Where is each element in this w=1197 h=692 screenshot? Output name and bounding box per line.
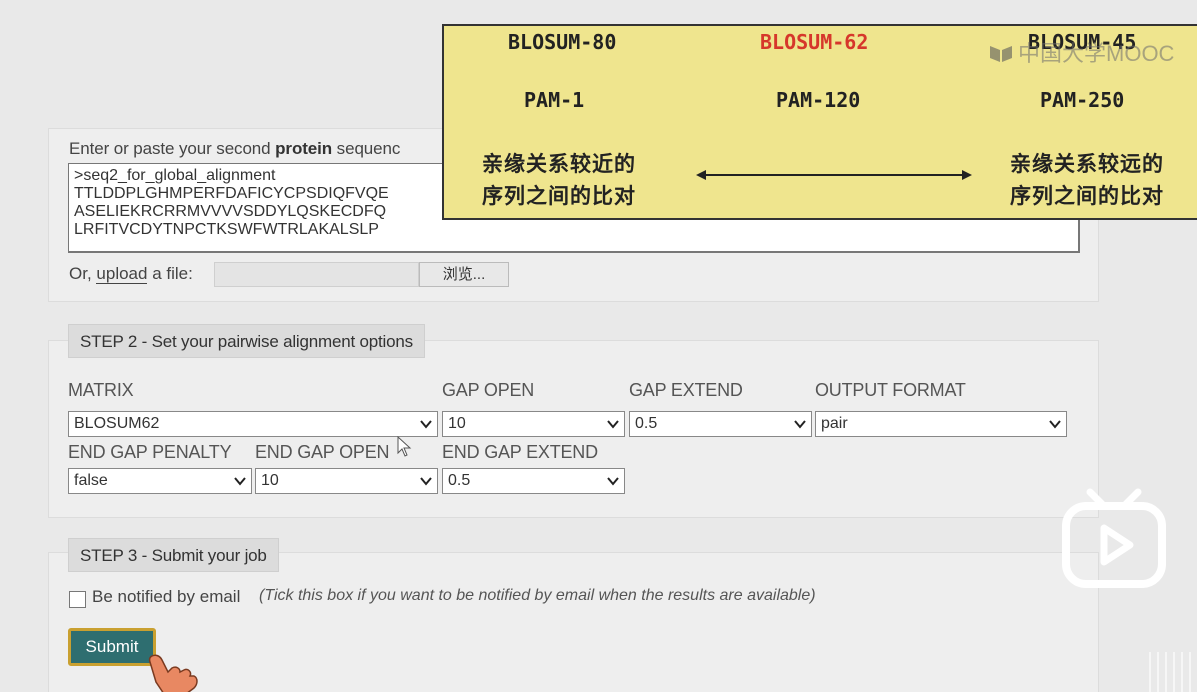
- end-gap-open-select[interactable]: 10: [255, 468, 438, 494]
- submit-panel: [48, 552, 1099, 692]
- gap-open-select[interactable]: 10: [442, 411, 625, 437]
- slide-pam1: PAM-1: [524, 88, 585, 112]
- output-format-select[interactable]: pair: [815, 411, 1067, 437]
- upload-link[interactable]: upload: [96, 264, 148, 284]
- mooc-logo-icon: [990, 46, 1012, 62]
- mouse-cursor-icon: [397, 436, 412, 457]
- sequence-label: Enter or paste your second protein seque…: [69, 139, 401, 158]
- file-path-field[interactable]: [214, 262, 419, 287]
- gap-extend-select[interactable]: 0.5: [629, 411, 812, 437]
- slide-blosum80: BLOSUM-80: [508, 30, 617, 54]
- corner-stripes-decoration: [1149, 652, 1191, 692]
- gap-extend-label: GAP EXTEND: [629, 380, 743, 400]
- end-gap-extend-label: END GAP EXTEND: [442, 442, 598, 462]
- matrix-label: MATRIX: [68, 380, 134, 400]
- chevron-down-icon: [1049, 420, 1061, 429]
- notify-email-checkbox[interactable]: [69, 591, 86, 608]
- chevron-down-icon: [794, 420, 806, 429]
- end-gap-extend-select[interactable]: 0.5: [442, 468, 625, 494]
- chevron-down-icon: [607, 420, 619, 429]
- hand-pointer-icon: [148, 654, 198, 692]
- step3-title: STEP 3 - Submit your job: [68, 538, 279, 572]
- output-format-label: OUTPUT FORMAT: [815, 380, 966, 400]
- end-gap-penalty-label: END GAP PENALTY: [68, 442, 232, 462]
- chevron-down-icon: [234, 477, 246, 486]
- chevron-down-icon: [420, 420, 432, 429]
- browse-button[interactable]: 浏览...: [419, 262, 509, 287]
- chevron-down-icon: [607, 477, 619, 486]
- upload-label: Or, upload a file:: [69, 264, 193, 284]
- mooc-watermark: 中国大学MOOC: [988, 36, 1174, 68]
- notify-email-label: Be notified by email: [92, 587, 241, 606]
- chevron-down-icon: [420, 477, 432, 486]
- slide-pam250: PAM-250: [1040, 88, 1125, 112]
- matrix-select[interactable]: BLOSUM62: [68, 411, 438, 437]
- step2-title: STEP 2 - Set your pairwise alignment opt…: [68, 324, 425, 358]
- slide-pam120: PAM-120: [776, 88, 861, 112]
- submit-button[interactable]: Submit: [68, 628, 156, 666]
- end-gap-open-label: END GAP OPEN: [255, 442, 390, 462]
- slide-blosum62: BLOSUM-62: [760, 30, 869, 54]
- gap-open-label: GAP OPEN: [442, 380, 535, 400]
- end-gap-penalty-select[interactable]: false: [68, 468, 252, 494]
- slide-right-note: 亲缘关系较远的 序列之间的比对: [1010, 151, 1164, 208]
- bilibili-play-icon[interactable]: [1060, 486, 1168, 588]
- double-arrow-icon: [696, 170, 972, 180]
- slide-left-note: 亲缘关系较近的 序列之间的比对: [482, 151, 636, 208]
- notify-email-hint: (Tick this box if you want to be notifie…: [259, 587, 816, 604]
